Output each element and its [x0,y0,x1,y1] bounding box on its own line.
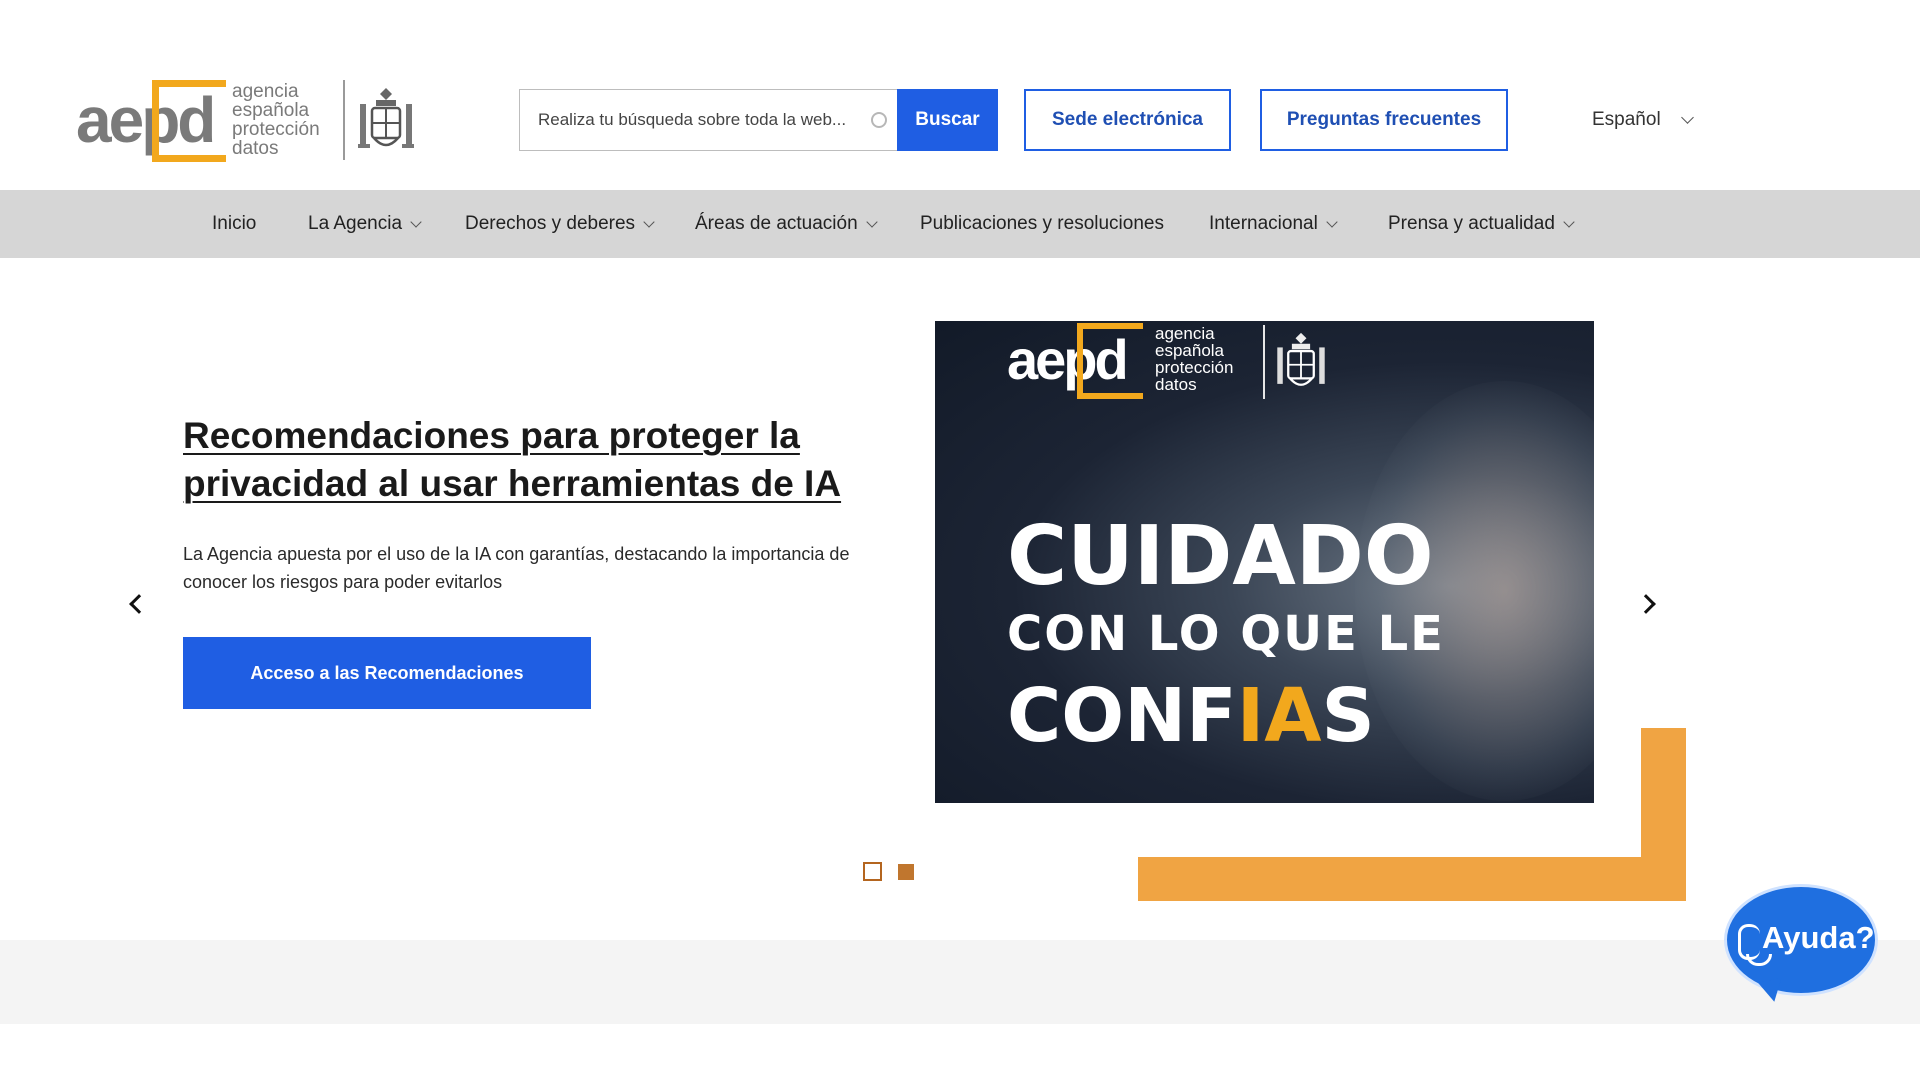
royal-crest-icon [358,88,414,148]
royal-crest-icon [1277,332,1325,386]
aepd-logo[interactable]: aepd agencia española protección datos [76,78,416,162]
carousel-next-button[interactable] [1634,589,1664,619]
banner-headline-3-post: S [1321,673,1375,759]
search-box [519,89,899,151]
nav-item-label: Publicaciones y resoluciones [920,213,1164,234]
logo-bracket [152,80,226,162]
banner-logo-line: protección [1155,358,1234,377]
nav-item-label: Derechos y deberes [465,213,636,234]
chevron-left-icon [129,594,149,614]
nav-item-prensa[interactable]: Prensa y actualidad [1388,190,1575,258]
language-label: Español [1592,109,1661,130]
banner-logo-line: agencia [1155,324,1215,343]
decorative-orange-bar [1138,857,1686,901]
nav-item-areas-de-actuacion[interactable]: Áreas de actuación [695,190,878,258]
banner-headline-3-highlight: IA [1236,673,1322,759]
nav-item-label: Internacional [1209,213,1318,234]
search-button[interactable]: Buscar [897,89,998,151]
search-input[interactable] [538,90,858,150]
banner-logo-lines: agencia española protección datos [1155,325,1233,393]
carousel-pagination [863,862,914,881]
logo-line: española [232,100,310,121]
chevron-down-icon [1563,215,1575,228]
sede-electronica-button[interactable]: Sede electrónica [1024,89,1231,151]
carousel-dot-1[interactable] [863,862,882,881]
logo-line: datos [232,138,279,159]
grey-section-band [0,940,1920,1024]
language-selector[interactable]: Español [1592,104,1694,136]
logo-line: agencia [232,81,299,102]
nav-item-label: Inicio [212,213,257,234]
logo-lines: agencia española protección datos [232,82,320,158]
chevron-down-icon [1326,215,1338,228]
hero-description: La Agencia apuesta por el uso de la IA c… [183,544,850,592]
hero-banner-image[interactable]: aepd agencia española protección datos C… [935,321,1594,803]
site-header: aepd agencia española protección datos R… [0,0,1920,190]
carousel-prev-button[interactable] [121,589,151,619]
help-label: Ayuda? [1762,920,1875,955]
recommendations-access-button[interactable]: Acceso a las Recomendaciones [183,637,591,709]
chevron-down-icon [1680,111,1694,124]
nav-item-label: Prensa y actualidad [1388,213,1555,234]
nav-item-label: Áreas de actuación [695,213,858,234]
nav-item-internacional[interactable]: Internacional [1209,190,1338,258]
banner-headline-2: CON LO QUE LE [1007,606,1445,662]
banner-logo-line: española [1155,341,1225,360]
hero-title-link[interactable]: Recomendaciones para proteger la privaci… [183,412,883,508]
nav-item-la-agencia[interactable]: La Agencia [308,190,422,258]
chevron-down-icon [410,215,422,228]
nav-item-inicio[interactable]: Inicio [212,190,256,258]
main-nav: Inicio La Agencia Derechos y deberes Áre… [0,190,1920,258]
help-bubble-tail [1757,977,1787,1005]
banner-headline-3: CONFIAS [1007,671,1567,761]
aepd-logo-mark: aepd agencia española protección datos [76,80,326,162]
banner-headline-3-pre: CONF [1007,673,1237,759]
banner-logo-line: datos [1155,375,1197,394]
faq-button[interactable]: Preguntas frecuentes [1260,89,1508,151]
chevron-down-icon [643,215,655,228]
help-chat-widget[interactable]: Ayuda? [1724,884,1880,1006]
logo-divider [343,80,345,160]
nav-item-derechos-y-deberes[interactable]: Derechos y deberes [465,190,655,258]
nav-item-publicaciones[interactable]: Publicaciones y resoluciones [920,190,1164,258]
chevron-right-icon [1636,594,1656,614]
carousel-dot-2-active[interactable] [898,864,914,880]
logo-line: protección [232,119,320,140]
chevron-down-icon [866,215,878,228]
banner-headline-1: CUIDADO [1007,509,1434,604]
banner-aepd-logo: aepd agencia española protección datos [1007,323,1337,401]
banner-logo-divider [1263,325,1265,399]
spinner-icon [871,112,887,128]
banner-logo-bracket [1077,323,1143,399]
nav-item-label: La Agencia [308,213,403,234]
